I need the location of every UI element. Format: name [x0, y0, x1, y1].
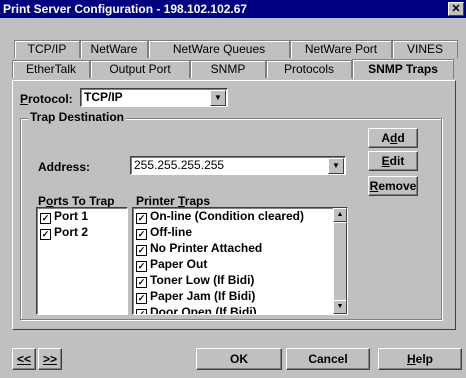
checkbox-checked-icon[interactable]: ✓: [136, 293, 147, 304]
checkbox-checked-icon[interactable]: ✓: [136, 309, 147, 314]
list-item[interactable]: ✓ Port 1: [37, 208, 127, 224]
protocol-value: TCP/IP: [84, 90, 123, 104]
printer-traps-listbox[interactable]: ✓ On-line (Condition cleared) ✓ Off-line ✓…: [132, 207, 348, 315]
remove-button[interactable]: Remove: [368, 176, 418, 196]
list-item[interactable]: ✓ Paper Out: [133, 256, 347, 272]
tab-netware-port[interactable]: NetWare Port: [290, 40, 392, 58]
tab-protocols[interactable]: Protocols: [266, 60, 352, 78]
title-bar: Print Server Configuration - 198.102.102…: [0, 0, 466, 18]
ports-listbox[interactable]: ✓ Port 1 ✓ Port 2: [36, 207, 128, 315]
previous-button[interactable]: <<: [12, 348, 36, 370]
checkbox-checked-icon[interactable]: ✓: [136, 245, 147, 256]
address-value: 255.255.255.255: [134, 158, 225, 172]
list-item[interactable]: ✓ No Printer Attached: [133, 240, 347, 256]
protocol-label: Protocol:: [20, 92, 73, 106]
checkbox-checked-icon[interactable]: ✓: [136, 213, 147, 224]
ports-to-trap-label: Ports To Trap: [38, 194, 115, 208]
vertical-scrollbar[interactable]: ▲ ▼: [333, 208, 347, 314]
address-label: Address:: [38, 160, 91, 174]
tab-vines[interactable]: VINES: [392, 40, 458, 58]
ok-button[interactable]: OK: [196, 348, 282, 370]
address-combobox[interactable]: 255.255.255.255 ▼: [130, 156, 346, 175]
list-item[interactable]: ✓ Toner Low (If Bidi): [133, 272, 347, 288]
list-item[interactable]: ✓ Off-line: [133, 224, 347, 240]
tab-snmp-traps[interactable]: SNMP Traps: [352, 59, 454, 79]
next-button[interactable]: >>: [38, 348, 62, 370]
edit-button[interactable]: Edit: [368, 151, 418, 171]
window-title: Print Server Configuration - 198.102.102…: [3, 2, 248, 16]
trap-destination-title: Trap Destination: [28, 110, 127, 124]
protocol-select[interactable]: TCP/IP ▼: [80, 88, 228, 107]
checkbox-checked-icon[interactable]: ✓: [40, 229, 51, 240]
tab-output-port[interactable]: Output Port: [90, 60, 190, 78]
tab-ethertalk[interactable]: EtherTalk: [12, 60, 90, 78]
scroll-up-icon[interactable]: ▲: [333, 208, 347, 222]
scroll-down-icon[interactable]: ▼: [333, 300, 347, 314]
tab-netware-queues[interactable]: NetWare Queues: [148, 40, 290, 58]
list-item[interactable]: ✓ Paper Jam (If Bidi): [133, 288, 347, 304]
chevron-down-icon[interactable]: ▼: [210, 90, 226, 106]
checkbox-checked-icon[interactable]: ✓: [40, 213, 51, 224]
help-button[interactable]: Help: [378, 348, 462, 370]
tab-snmp[interactable]: SNMP: [190, 60, 266, 78]
list-item[interactable]: ✓ On-line (Condition cleared): [133, 208, 347, 224]
checkbox-checked-icon[interactable]: ✓: [136, 277, 147, 288]
printer-traps-label: Printer Traps: [136, 194, 211, 208]
chevron-down-icon[interactable]: ▼: [328, 158, 344, 174]
tab-tcpip[interactable]: TCP/IP: [14, 40, 80, 58]
close-icon[interactable]: ✕: [448, 2, 464, 16]
cancel-button[interactable]: Cancel: [286, 348, 370, 370]
checkbox-checked-icon[interactable]: ✓: [136, 229, 147, 240]
list-item[interactable]: ✓ Door Open (If Bidi): [133, 304, 347, 314]
checkbox-checked-icon[interactable]: ✓: [136, 261, 147, 272]
tab-netware[interactable]: NetWare: [80, 40, 148, 58]
list-item[interactable]: ✓ Port 2: [37, 224, 127, 240]
add-button[interactable]: Add: [368, 128, 418, 148]
